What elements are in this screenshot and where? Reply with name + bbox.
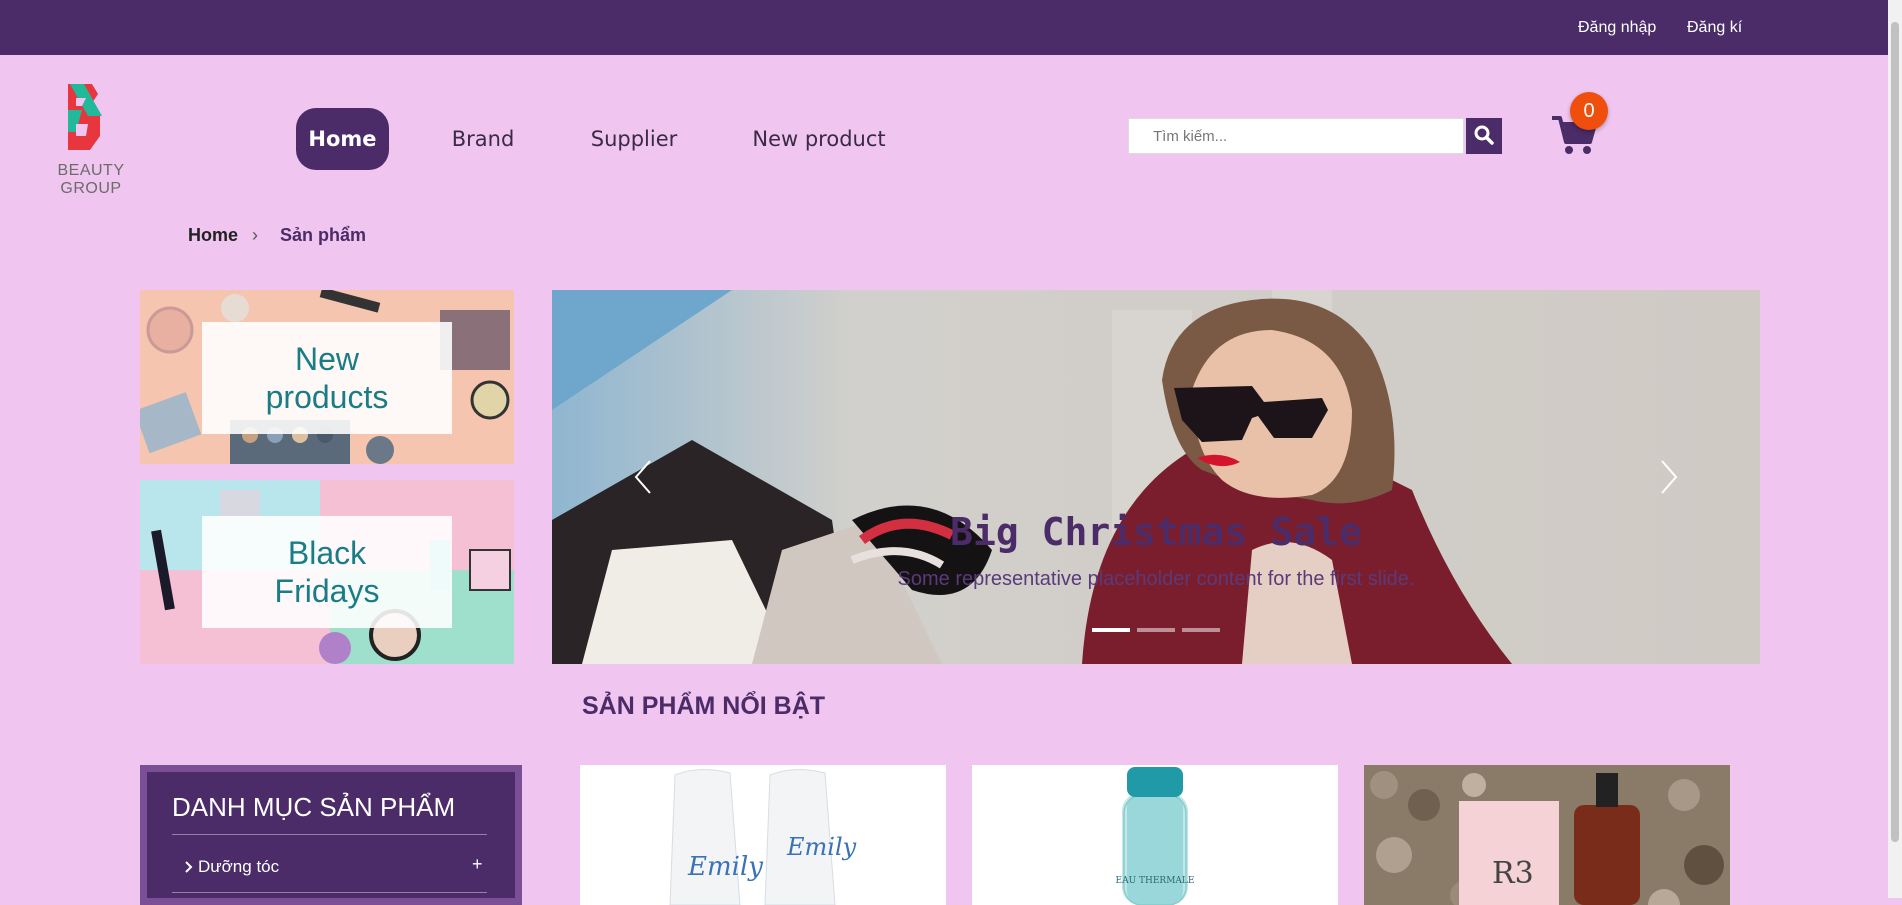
search-icon	[1474, 125, 1494, 145]
top-bar: Đăng nhập Đăng kí	[0, 0, 1902, 55]
promo-black-fridays[interactable]: Black Fridays	[140, 480, 514, 664]
search-input[interactable]	[1128, 118, 1464, 154]
nav-new-product[interactable]: New product	[748, 108, 890, 170]
carousel-indicator-3[interactable]	[1182, 628, 1220, 632]
product-card[interactable]: R3	[1364, 765, 1730, 905]
nav-home[interactable]: Home	[296, 108, 389, 170]
breadcrumb-home[interactable]: Home	[188, 225, 238, 246]
carousel-prev-button[interactable]	[628, 455, 658, 499]
promo-black-fridays-line1: Black	[287, 534, 367, 571]
expand-plus-icon[interactable]: +	[472, 854, 483, 875]
promo-new-products-label: New products	[202, 322, 452, 434]
category-sidebar: DANH MỤC SẢN PHẨM Dưỡng tóc +	[140, 765, 522, 905]
login-link[interactable]: Đăng nhập	[1578, 19, 1656, 37]
hero-slide-image	[552, 290, 1760, 664]
divider	[172, 892, 487, 893]
breadcrumb-separator-icon: ›	[252, 225, 258, 245]
page-scrollbar[interactable]	[1888, 0, 1902, 898]
chevron-left-icon	[634, 460, 651, 494]
chevron-right-icon	[1661, 460, 1678, 494]
carousel-indicator-1[interactable]	[1092, 628, 1130, 632]
search-button[interactable]	[1466, 118, 1502, 154]
product-card[interactable]: Emily Emily	[580, 765, 946, 905]
product-brand-text-4: R3	[1492, 856, 1534, 891]
promo-new-products[interactable]: New products	[140, 290, 514, 464]
nav-supplier[interactable]: Supplier	[584, 108, 684, 170]
product-brand-text-3: EAU THERMALE	[1116, 876, 1195, 886]
hero-carousel[interactable]: Big Christmas Sale Some representative p…	[552, 290, 1760, 664]
divider	[172, 834, 487, 835]
logo[interactable]: BEAUTY GROUP	[36, 80, 146, 197]
logo-text: BEAUTY GROUP	[57, 162, 125, 197]
register-link[interactable]: Đăng kí	[1687, 19, 1742, 37]
category-sidebar-title: DANH MỤC SẢN PHẨM	[172, 792, 456, 822]
product-brand-text-2: Emily	[786, 833, 857, 861]
featured-products-title: SẢN PHẨM NỔI BẬT	[582, 692, 826, 720]
product-card[interactable]: EAU THERMALE	[972, 765, 1338, 905]
carousel-next-button[interactable]	[1654, 455, 1684, 499]
promo-new-products-line2: products	[265, 379, 389, 415]
logo-mark-icon	[68, 84, 102, 150]
breadcrumb-current: Sản phẩm	[280, 225, 367, 245]
slide-title: Big Christmas Sale	[950, 510, 1362, 554]
scrollbar-thumb[interactable]	[1891, 22, 1899, 842]
product-image: R3	[1364, 765, 1730, 905]
product-brand-text-1: Emily	[687, 852, 763, 882]
category-item-duong-toc[interactable]: Dưỡng tóc	[198, 857, 279, 877]
carousel-indicator-2[interactable]	[1137, 628, 1175, 632]
promo-black-fridays-line2: Fridays	[274, 573, 380, 609]
chevron-right-icon	[185, 861, 193, 873]
promo-black-fridays-label: Black Fridays	[202, 516, 452, 628]
cart-count-badge: 0	[1570, 92, 1608, 130]
product-image: Emily Emily	[580, 765, 946, 905]
nav-brand[interactable]: Brand	[444, 108, 522, 170]
slide-caption: Some representative placeholder content …	[897, 568, 1415, 590]
promo-new-products-line1: New	[294, 340, 359, 377]
product-image: EAU THERMALE	[972, 765, 1338, 905]
